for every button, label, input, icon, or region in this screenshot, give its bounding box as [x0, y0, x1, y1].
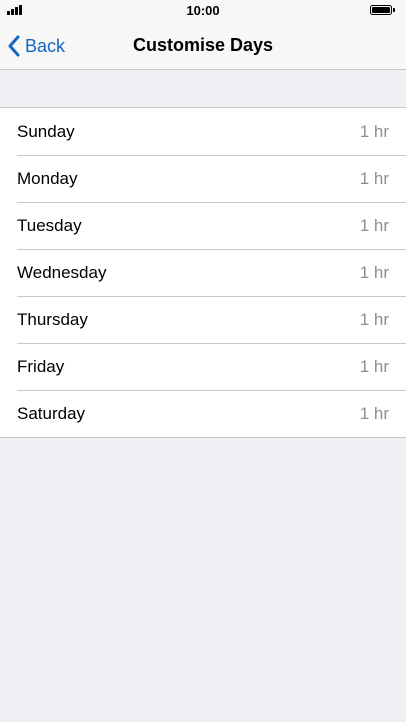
day-value: 1 hr — [359, 356, 389, 376]
status-bar: 10:00 — [0, 0, 406, 22]
day-label: Wednesday — [17, 262, 107, 282]
status-time: 10:00 — [186, 3, 220, 18]
battery-icon — [370, 5, 395, 15]
page-title: Customise Days — [132, 35, 274, 55]
day-label: Friday — [17, 356, 65, 376]
list-item-sunday[interactable]: Sunday 1 hr — [0, 108, 406, 155]
day-label: Sunday — [17, 121, 75, 141]
day-value: 1 hr — [359, 215, 389, 235]
list-item-saturday[interactable]: Saturday 1 hr — [0, 390, 406, 437]
navigation-bar: Back Customise Days — [0, 22, 406, 70]
top-bar: 10:00 Back Customise Days — [0, 0, 406, 70]
list-item-wednesday[interactable]: Wednesday 1 hr — [0, 249, 406, 296]
list-item-monday[interactable]: Monday 1 hr — [0, 155, 406, 202]
day-value: 1 hr — [359, 262, 389, 282]
list-item-friday[interactable]: Friday 1 hr — [0, 343, 406, 390]
day-label: Monday — [17, 168, 78, 188]
day-value: 1 hr — [359, 309, 389, 329]
list-item-thursday[interactable]: Thursday 1 hr — [0, 296, 406, 343]
day-value: 1 hr — [359, 121, 389, 141]
days-list: Sunday 1 hr Monday 1 hr Tuesday 1 hr Wed… — [0, 107, 406, 438]
day-value: 1 hr — [359, 168, 389, 188]
day-label: Saturday — [17, 403, 86, 423]
list-item-tuesday[interactable]: Tuesday 1 hr — [0, 202, 406, 249]
day-label: Thursday — [17, 309, 88, 329]
day-label: Tuesday — [17, 215, 82, 235]
day-value: 1 hr — [359, 403, 389, 423]
